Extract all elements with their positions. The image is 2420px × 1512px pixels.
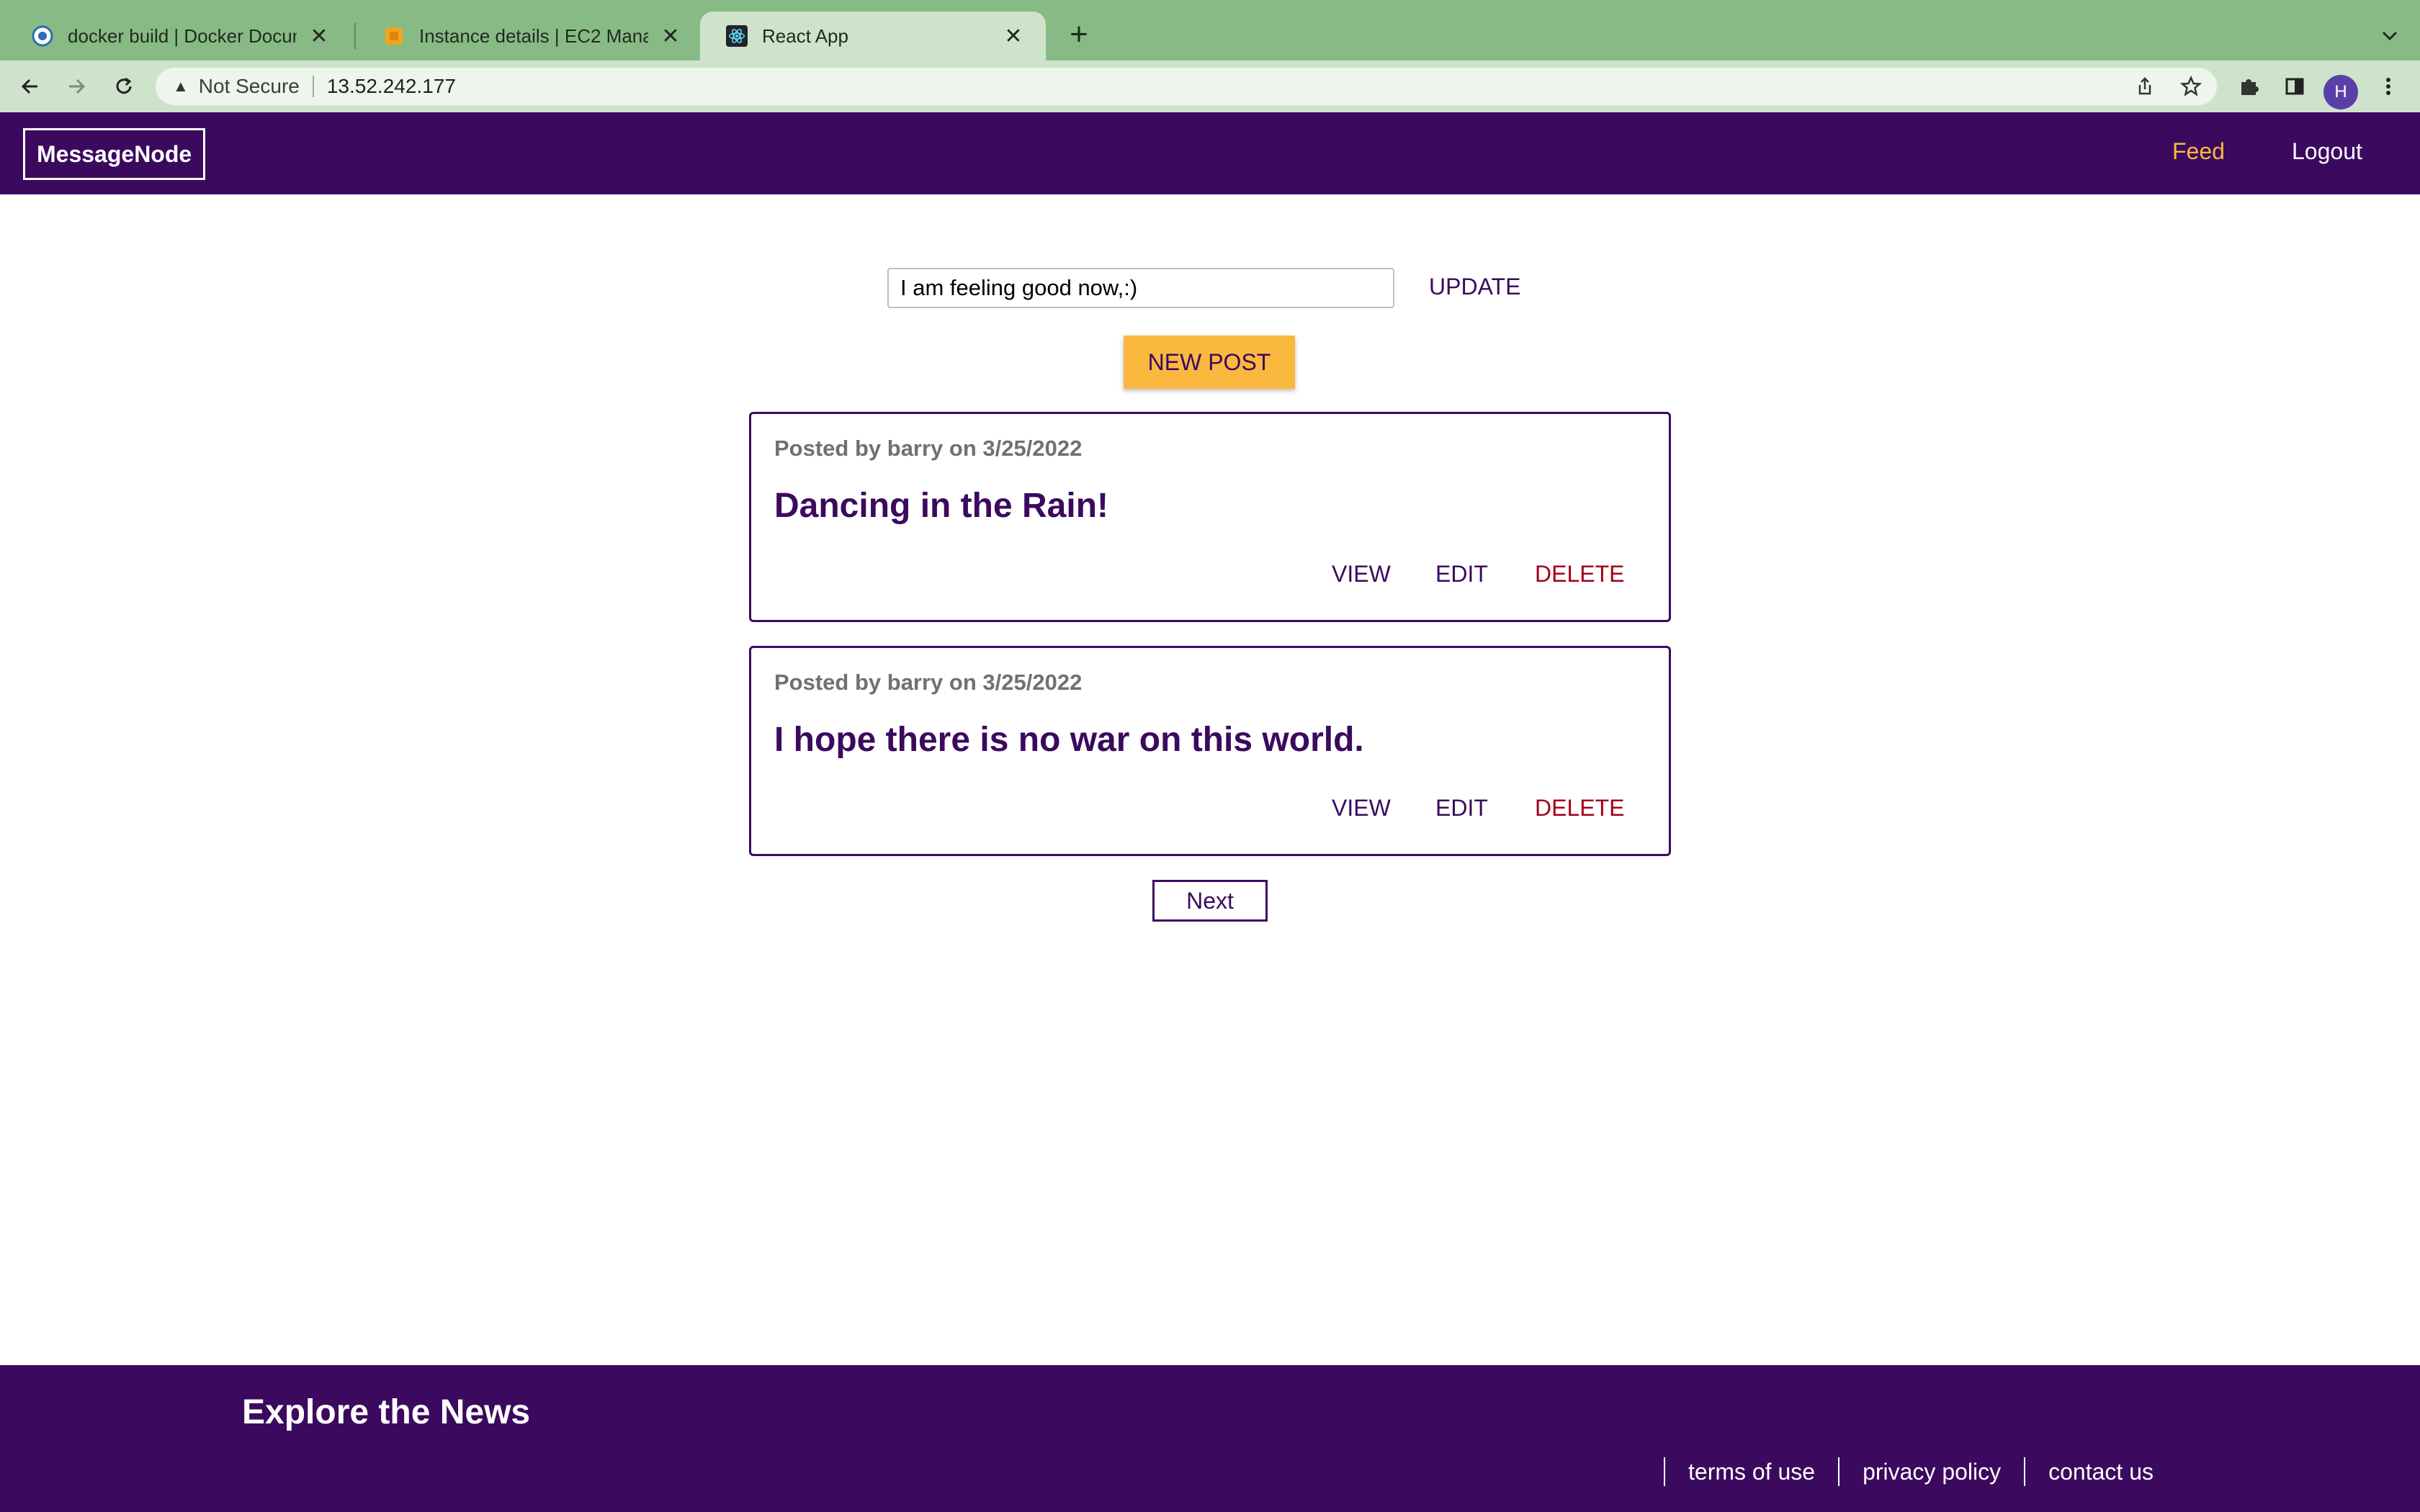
tab-title: React App [762,24,848,47]
new-tab-plus-icon[interactable]: + [1063,19,1095,52]
next-page-button[interactable]: Next [1152,880,1268,922]
app-header: MessageNode Feed Logout [0,112,2420,194]
back-arrow-icon[interactable] [14,71,46,102]
aws-ec2-favicon [383,25,405,47]
footer-links: terms of use privacy policy contact us [1664,1457,2177,1486]
docker-docs-favicon [32,25,53,47]
tab-react-app[interactable]: React App ✕ [700,12,1046,60]
delete-post-button[interactable]: DELETE [1535,561,1624,588]
post-card: Posted by barry on 3/25/2022 Dancing in … [749,412,1671,622]
tab-title: Instance details | EC2 Managem [419,24,648,47]
nav-link-feed[interactable]: Feed [2172,138,2225,165]
profile-avatar[interactable]: H [2323,75,2358,109]
view-post-button[interactable]: VIEW [1332,561,1391,588]
update-status-button[interactable]: UPDATE [1429,274,1520,300]
bookmark-star-icon[interactable] [2175,71,2207,102]
footer-title: Explore the News [242,1393,531,1431]
edit-post-button[interactable]: EDIT [1435,561,1488,588]
footer-link-privacy[interactable]: privacy policy [1839,1459,2024,1485]
security-label: Not Secure [198,75,300,97]
status-input[interactable] [887,268,1394,308]
footer-link-contact[interactable]: contact us [2025,1459,2177,1485]
extensions-puzzle-icon[interactable] [2233,71,2264,102]
new-post-button[interactable]: NEW POST [1124,336,1295,389]
kebab-menu-icon[interactable] [2372,71,2404,102]
delete-post-button[interactable]: DELETE [1535,795,1624,822]
tab-title: docker build | Docker Documer [68,24,297,47]
browser-toolbar: ▲ Not Secure 13.52.242.177 H [0,60,2420,112]
post-meta: Posted by barry on 3/25/2022 [774,670,1083,695]
footer-link-terms[interactable]: terms of use [1665,1459,1838,1485]
close-icon[interactable]: ✕ [658,24,683,48]
close-icon[interactable]: ✕ [1001,24,1026,48]
edit-post-button[interactable]: EDIT [1435,795,1488,822]
app-logo[interactable]: MessageNode [23,128,206,180]
chevron-down-icon[interactable] [2375,22,2404,50]
tab-docker-docs[interactable]: docker build | Docker Documer ✕ [6,12,351,60]
post-card: Posted by barry on 3/25/2022 I hope ther… [749,646,1671,856]
side-panel-icon[interactable] [2279,71,2311,102]
close-icon[interactable]: ✕ [307,24,331,48]
post-title: I hope there is no war on this world. [774,721,1364,759]
app-footer: Explore the News terms of use privacy po… [0,1365,2420,1512]
tab-ec2-instance[interactable]: Instance details | EC2 Managem ✕ [357,12,703,60]
view-post-button[interactable]: VIEW [1332,795,1391,822]
post-title: Dancing in the Rain! [774,487,1109,525]
react-favicon [726,25,748,47]
url-text: 13.52.242.177 [326,75,456,97]
browser-tab-bar: docker build | Docker Documer ✕ Instance… [0,0,2420,60]
warning-triangle-icon: ▲ [173,77,189,95]
tab-separator [354,23,356,49]
nav-link-logout[interactable]: Logout [2292,138,2362,165]
share-icon[interactable] [2129,71,2161,102]
forward-arrow-icon[interactable] [60,71,92,102]
omnibox-separator [312,76,314,97]
address-bar[interactable]: ▲ Not Secure 13.52.242.177 [156,68,2217,105]
reload-icon[interactable] [108,71,140,102]
post-meta: Posted by barry on 3/25/2022 [774,436,1083,461]
